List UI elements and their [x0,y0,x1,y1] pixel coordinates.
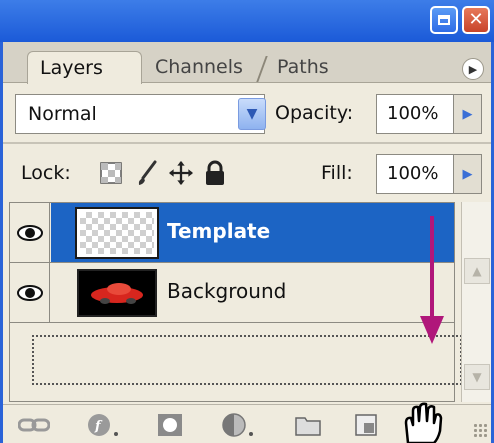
chevron-right-icon: ▶ [462,106,473,122]
new-layer-button[interactable] [351,413,381,437]
panel-menu-arrow-icon: ▶ [468,62,478,76]
opacity-label: Opacity: [275,102,354,124]
fill-input[interactable]: 100% [376,154,454,194]
layer-drop-target[interactable] [32,335,462,385]
tab-paths[interactable]: Paths [265,51,341,83]
layer-content: Template [51,203,454,262]
divider [3,142,491,144]
add-mask-icon [158,414,182,436]
lock-transparent-pixels-icon[interactable] [99,160,123,186]
visibility-toggle[interactable] [10,263,50,322]
fill-value: 100% [387,163,439,184]
minimize-icon [438,15,450,25]
visibility-toggle[interactable] [10,203,50,262]
layers-panel: Channels Paths Layers ▶ Normal ▼ Opacity… [0,42,494,443]
close-icon: ✕ [468,9,484,30]
layer-style-button[interactable]: f [83,413,123,437]
opacity-slider-button[interactable]: ▶ [454,94,482,134]
layer-thumbnail [75,207,159,259]
window-title-bar: ✕ [0,0,494,42]
tab-label: Channels [155,56,243,78]
layers-toolbar: f [3,401,491,443]
new-group-button[interactable] [293,413,323,437]
drag-arrow-icon [420,216,444,344]
panel-tab-strip: Channels Paths Layers ▶ [3,42,491,84]
layer-row-template[interactable]: Template [10,203,454,263]
layer-row-background[interactable]: Background [10,263,454,323]
chevron-down-icon: ▼ [472,370,482,384]
layer-list: Template Background [9,202,462,402]
blend-mode-dropdown-button[interactable]: ▼ [238,98,266,130]
tab-label: Paths [277,56,329,78]
blend-mode-value: Normal [28,103,97,125]
new-group-icon [295,417,321,436]
layer-name: Background [167,279,287,303]
scroll-down-button[interactable]: ▼ [464,364,490,390]
delete-layer-button[interactable] [399,401,449,443]
adjustment-layer-button[interactable] [219,413,257,437]
scroll-up-button[interactable]: ▲ [464,258,490,284]
layer-thumbnail [77,269,157,317]
opacity-input[interactable]: 100% [376,94,454,134]
fill-label: Fill: [321,162,353,184]
link-layers-button[interactable] [17,413,51,437]
link-layers-icon [18,418,50,432]
layer-list-scrollbar[interactable]: ▲ ▼ [461,202,491,402]
lock-position-icon[interactable] [169,160,193,186]
new-layer-icon [355,414,377,436]
layer-content: Background [51,263,454,322]
minimize-button[interactable] [430,6,458,34]
fill-slider-button[interactable]: ▶ [454,154,482,194]
close-button[interactable]: ✕ [462,6,490,34]
add-mask-button[interactable] [155,413,185,437]
layer-name: Template [167,219,271,243]
red-car-image [91,283,143,304]
lock-all-icon[interactable] [203,160,227,186]
panel-resize-grip[interactable] [473,423,487,437]
tab-channels[interactable]: Channels [143,51,255,83]
tab-layers[interactable]: Layers [27,51,142,84]
panel-menu-button[interactable]: ▶ [462,58,484,80]
adjustment-layer-icon [222,413,253,437]
lock-label: Lock: [21,162,71,184]
blend-mode-select[interactable]: Normal ▼ [15,94,266,134]
eye-icon [16,284,43,301]
lock-image-pixels-icon[interactable] [135,160,159,186]
chevron-right-icon: ▶ [462,166,473,182]
tab-label: Layers [40,57,103,79]
opacity-value: 100% [387,103,439,124]
eye-icon [16,224,43,241]
layer-style-icon: f [88,414,118,436]
hand-grab-cursor-icon [404,402,443,443]
chevron-up-icon: ▲ [472,264,482,278]
chevron-down-icon: ▼ [246,106,258,122]
